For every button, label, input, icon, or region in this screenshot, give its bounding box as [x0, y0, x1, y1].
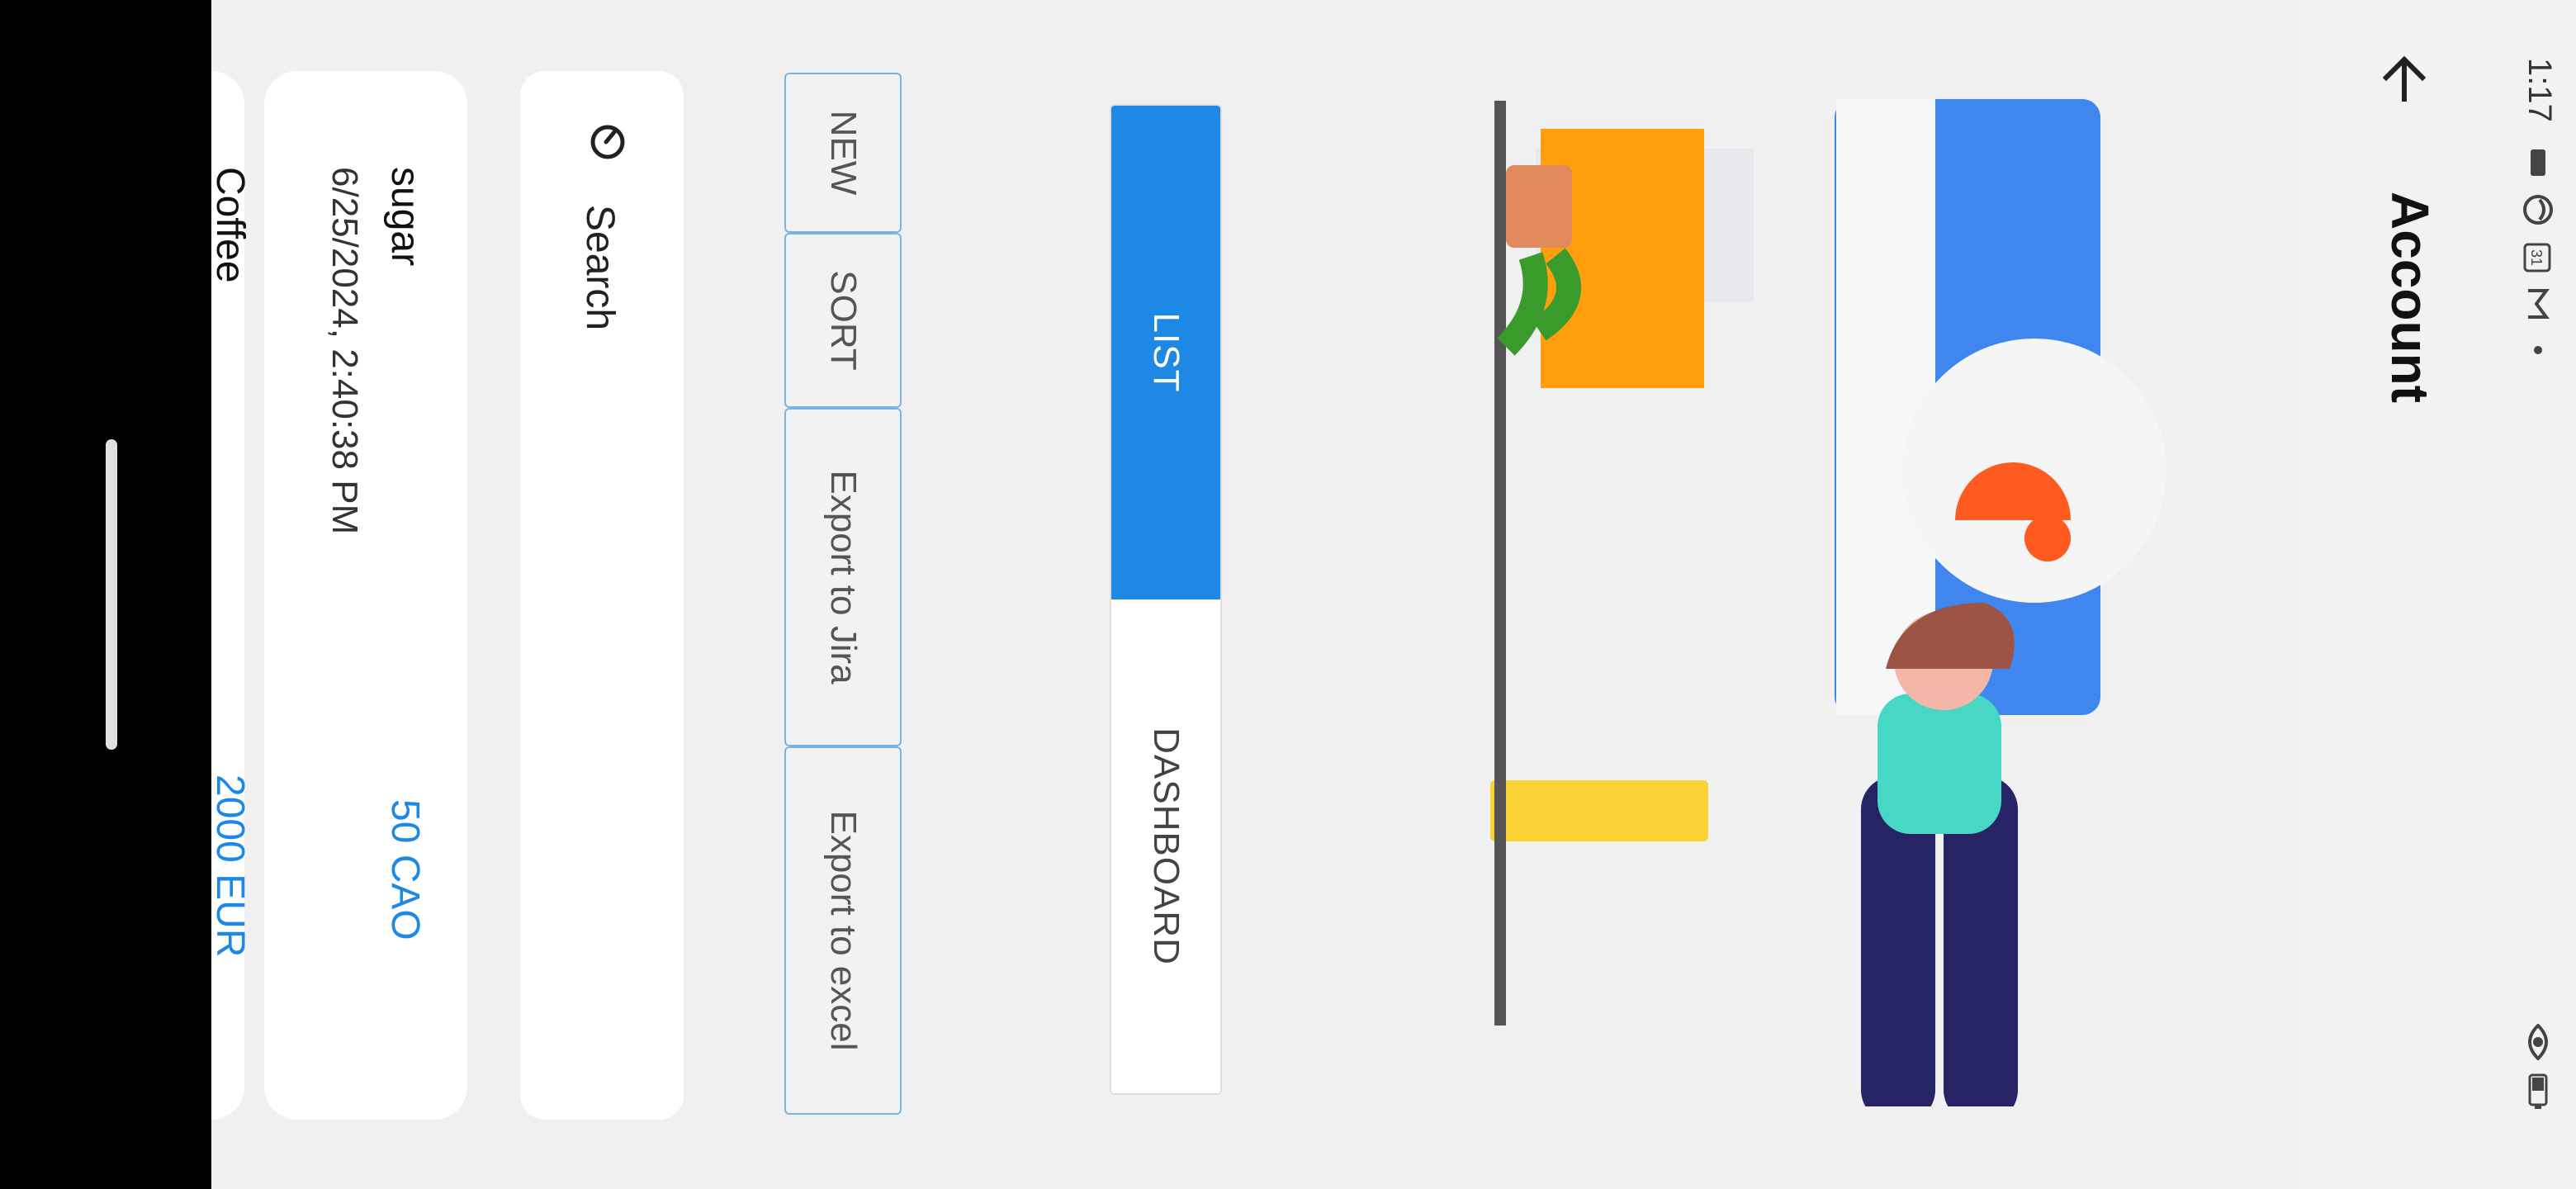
back-arrow-icon[interactable] — [2371, 46, 2437, 112]
phone-screen: 1:17 31 Account LIST DASHBOARD NEW SORT … — [0, 0, 2576, 1189]
page-title: Account — [2380, 192, 2440, 403]
search-box[interactable]: Search — [520, 71, 684, 1120]
item-amount: 2000 EUR — [211, 775, 252, 958]
status-time: 1:17 — [2522, 58, 2558, 122]
status-bar: 1:17 31 — [2472, 0, 2576, 1189]
calendar-day: 31 — [2528, 249, 2545, 267]
battery-icon — [2520, 1073, 2556, 1110]
gmail-icon — [2520, 286, 2556, 322]
illus-yellow-bar — [1490, 780, 1708, 841]
calendar-icon: 31 — [2520, 239, 2556, 276]
face-icon — [2520, 192, 2556, 228]
item-name: Coffee — [211, 167, 252, 283]
export-excel-button[interactable]: Export to excel — [784, 746, 902, 1115]
battery-small-icon — [2520, 145, 2556, 182]
home-handle[interactable] — [106, 439, 117, 750]
tab-list[interactable]: LIST — [1111, 106, 1220, 599]
header-illustration — [1490, 99, 2166, 1106]
list-item[interactable]: sugar 6/25/2024, 2:40:38 PM 50 CAO — [264, 71, 467, 1120]
search-icon — [575, 121, 629, 175]
list-item[interactable]: Coffee 2000 EUR — [211, 71, 252, 1120]
navigation-bar — [0, 0, 203, 1189]
app-bar: Account — [2299, 0, 2472, 1189]
tab-dashboard[interactable]: DASHBOARD — [1111, 599, 1220, 1093]
search-label: Search — [578, 205, 622, 331]
main-content: LIST DASHBOARD NEW SORT Export to Jira E… — [211, 0, 2299, 1189]
item-amount: 50 CAO — [383, 799, 427, 940]
export-jira-button[interactable]: Export to Jira — [784, 408, 902, 746]
eye-icon — [2520, 1024, 2556, 1060]
sort-button[interactable]: SORT — [784, 233, 902, 408]
item-date: 6/25/2024, 2:40:38 PM — [324, 167, 365, 535]
new-button[interactable]: NEW — [784, 73, 902, 233]
item-name: sugar — [383, 167, 427, 267]
view-toggle: LIST DASHBOARD — [1110, 104, 1222, 1095]
dot-icon — [2520, 332, 2556, 368]
action-bar: NEW SORT Export to Jira Export to excel — [784, 73, 902, 1115]
